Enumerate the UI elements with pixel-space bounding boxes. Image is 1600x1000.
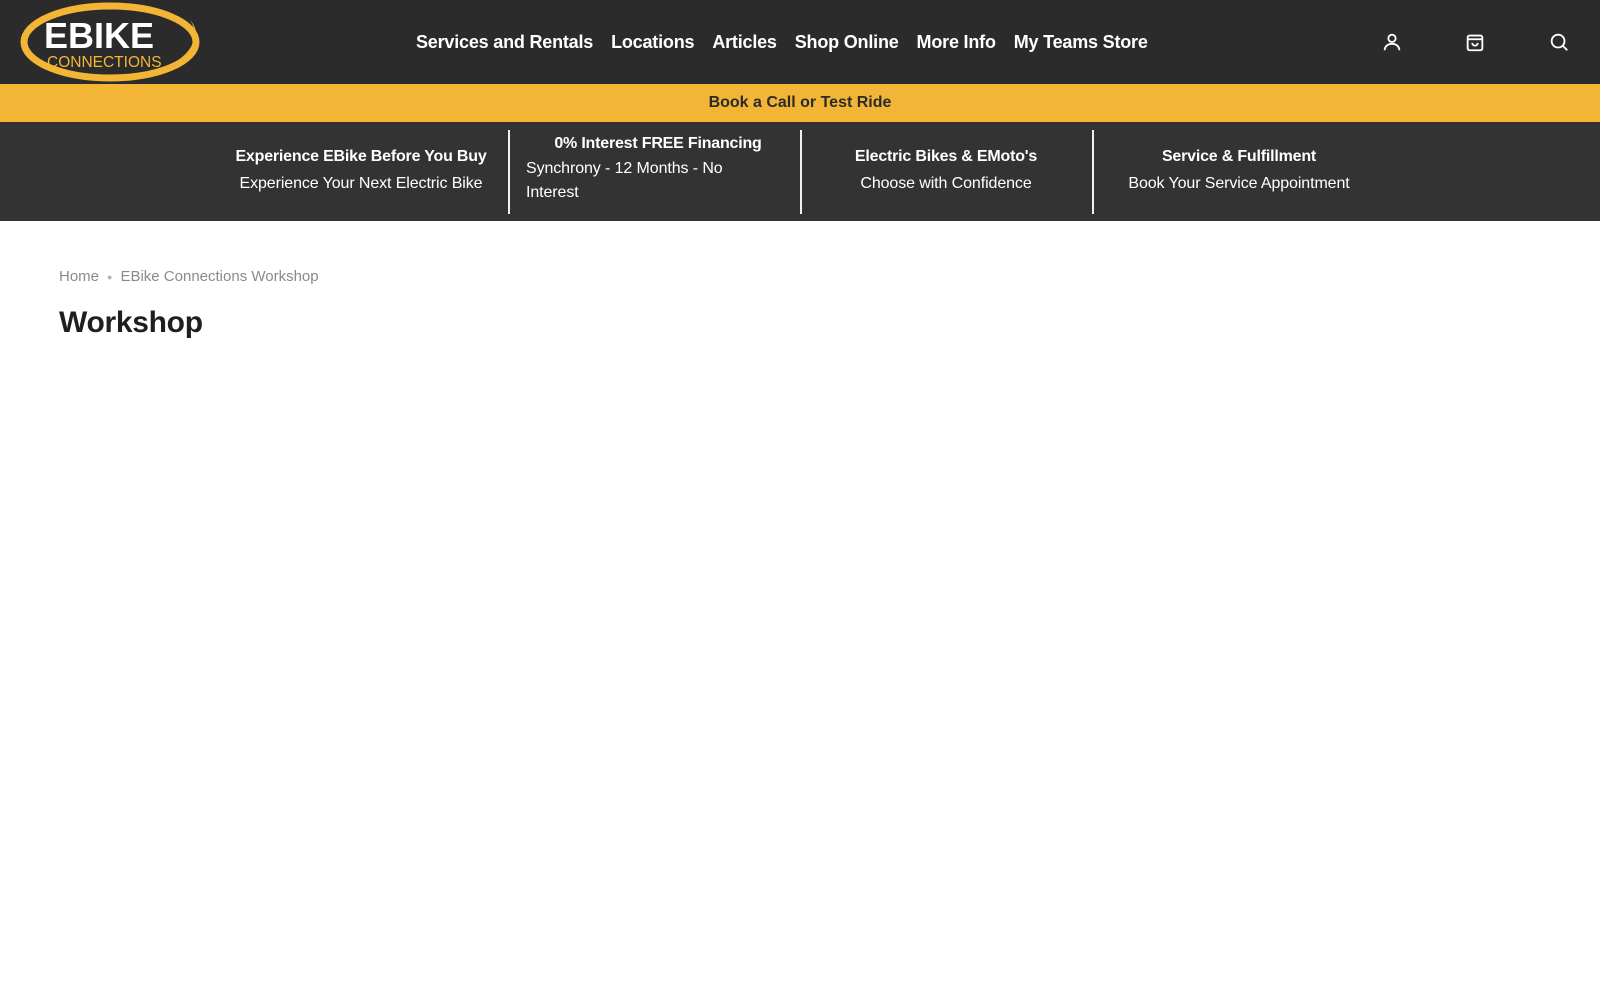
promo-title: Service & Fulfillment	[1161, 148, 1317, 165]
breadcrumb-home[interactable]: Home	[59, 268, 99, 285]
shopping-bag-icon[interactable]	[1463, 30, 1487, 54]
breadcrumb-current: EBike Connections Workshop	[120, 268, 319, 285]
promo-divider	[508, 130, 510, 214]
search-icon[interactable]	[1547, 30, 1571, 54]
header-actions	[0, 0, 1600, 84]
breadcrumb: Home ● EBike Connections Workshop	[59, 268, 319, 285]
promo-title: Experience EBike Before You Buy	[235, 148, 487, 165]
promo-item-experience[interactable]: Experience EBike Before You Buy Experien…	[230, 130, 492, 214]
promo-title: 0% Interest FREE Financing	[554, 135, 762, 152]
page-title: Workshop	[59, 306, 203, 339]
promo-subtitle: Book Your Service Appointment	[1128, 175, 1350, 192]
promo-divider	[800, 130, 802, 214]
promo-bar: Experience EBike Before You Buy Experien…	[0, 122, 1600, 221]
promo-subtitle: Synchrony - 12 Months - No Interest	[526, 160, 723, 201]
promo-item-service[interactable]: Service & Fulfillment Book Your Service …	[1110, 130, 1368, 214]
announcement-bar: Book a Call or Test Ride	[0, 84, 1600, 122]
promo-subtitle: Choose with Confidence	[860, 175, 1032, 192]
promo-title: Electric Bikes & EMoto's	[854, 148, 1038, 165]
promo-item-financing[interactable]: 0% Interest FREE Financing Synchrony - 1…	[526, 130, 790, 214]
promo-divider	[1092, 130, 1094, 214]
book-call-link[interactable]: Book a Call or Test Ride	[709, 94, 892, 112]
promo-subtitle: Experience Your Next Electric Bike	[239, 175, 483, 192]
site-header: EBIKE CONNECTIONS Services and Rentals L…	[0, 0, 1600, 84]
breadcrumb-separator-icon: ●	[107, 271, 113, 282]
promo-item-electric-bikes[interactable]: Electric Bikes & EMoto's Choose with Con…	[818, 130, 1074, 214]
user-icon[interactable]	[1380, 30, 1404, 54]
